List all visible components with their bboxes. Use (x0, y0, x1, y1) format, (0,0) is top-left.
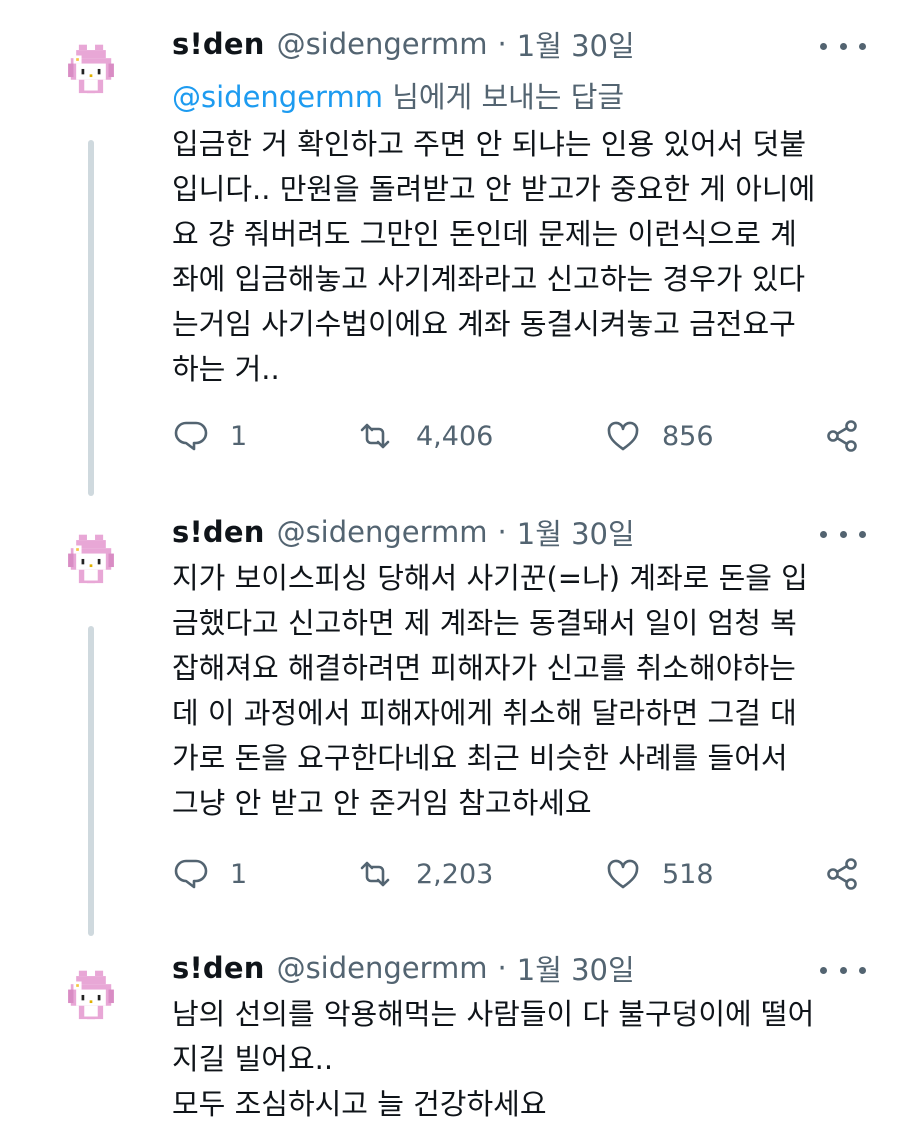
author-name[interactable]: s!den (172, 515, 265, 549)
share-icon (827, 858, 857, 890)
retweet-button[interactable]: 2,203 (356, 854, 493, 894)
tweet-text-line: 데 이 과정에서 피해자에게 취소해 달라하면 그걸 대 (172, 696, 797, 730)
tweet-text-line: 남의 선의를 악용해먹는 사람들이 다 불구덩이에 떨어 (172, 997, 815, 1031)
heart-icon (607, 859, 639, 889)
retweet-icon (360, 423, 390, 449)
separator-dot: · (497, 951, 507, 985)
speech-bubble-icon (174, 421, 208, 451)
author-name[interactable]: s!den (172, 27, 265, 61)
reply-button[interactable]: 1 (172, 854, 247, 894)
tweet-text-line: 그냥 안 받고 안 준거임 참고하세요 (172, 786, 592, 820)
like-count: 856 (662, 420, 714, 452)
tweet-text-line: 잡해져요 해결하려면 피해자가 신고를 취소해야하는 (172, 651, 796, 685)
tweet-text-line: 입금한 거 확인하고 주면 안 되냐는 인용 있어서 덧붙 (172, 127, 807, 161)
reply-count: 1 (230, 858, 248, 890)
thread-line (88, 140, 94, 496)
author-handle[interactable]: @sidengermm (277, 27, 488, 61)
speech-bubble-icon (174, 859, 208, 889)
tweet-text-line: 가로 돈을 요구한다네요 최근 비슷한 사례를 들어서 (172, 741, 788, 775)
more-dots-icon[interactable] (820, 34, 866, 58)
tweet-text: 남의 선의를 악용해먹는 사람들이 다 불구덩이에 떨어 지길 빌어요.. 모두… (172, 992, 872, 1127)
heart-icon (607, 421, 639, 451)
reply-button[interactable]: 1 (172, 416, 247, 456)
tweet-1[interactable]: s!den @sidengermm · 1월 30일 @sidengermm 님… (0, 0, 900, 500)
tweet-actions: 1 4,406 856 (172, 416, 872, 456)
tweet-text-line: 입니다.. 만원을 돌려받고 안 받고가 중요한 게 아니에 (172, 172, 816, 206)
retweet-button[interactable]: 4,406 (356, 416, 493, 456)
tweet-text-line: 지가 보이스피싱 당해서 사기꾼(=나) 계좌로 돈을 입 (172, 561, 808, 595)
tweet-text-line: 지길 빌어요.. (172, 1042, 334, 1076)
tweet-actions: 1 2,203 518 (172, 854, 872, 894)
avatar[interactable] (60, 42, 122, 104)
share-icon (827, 420, 857, 452)
reply-count: 1 (230, 420, 248, 452)
retweet-count: 2,203 (416, 858, 494, 890)
like-button[interactable]: 518 (606, 854, 714, 894)
tweet-text-line: 모두 조심하시고 늘 건강하세요 (172, 1087, 547, 1121)
tweet-2[interactable]: s!den @sidengermm · 1월 30일 지가 보이스피싱 당해서 … (0, 500, 900, 940)
tweet-text-line: 는거임 사기수법이에요 계좌 동결시켜놓고 금전요구 (172, 307, 796, 341)
tweet-text-line: 좌에 입금해놓고 사기계좌라고 신고하는 경우가 있다 (172, 262, 806, 296)
retweet-icon (360, 861, 390, 887)
author-handle[interactable]: @sidengermm (277, 515, 488, 549)
like-count: 518 (662, 858, 714, 890)
tweet-header: s!den @sidengermm · 1월 30일 (172, 22, 635, 66)
tweet-date[interactable]: 1월 30일 (517, 947, 635, 989)
like-button[interactable]: 856 (606, 416, 714, 456)
tweet-text-line: 요 걍 줘버려도 그만인 돈인데 문제는 이런식으로 계 (172, 217, 797, 251)
avatar[interactable] (60, 968, 122, 1030)
separator-dot: · (497, 27, 507, 61)
more-dots-icon[interactable] (820, 522, 866, 546)
separator-dot: · (497, 515, 507, 549)
tweet-date[interactable]: 1월 30일 (517, 23, 635, 65)
tweet-text: 입금한 거 확인하고 주면 안 되냐는 인용 있어서 덧붙 입니다.. 만원을 … (172, 122, 872, 392)
author-name[interactable]: s!den (172, 951, 265, 985)
replying-to: @sidengermm 님에게 보내는 답글 (172, 74, 624, 116)
avatar[interactable] (60, 532, 122, 594)
replying-suffix: 님에게 보내는 답글 (392, 80, 625, 114)
thread-line (88, 626, 94, 936)
share-button[interactable] (824, 416, 860, 456)
tweet-text: 지가 보이스피싱 당해서 사기꾼(=나) 계좌로 돈을 입 금했다고 신고하면 … (172, 556, 872, 826)
more-dots-icon[interactable] (820, 958, 866, 982)
tweet-text-line: 금했다고 신고하면 제 계좌는 동결돼서 일이 엄청 복 (172, 606, 797, 640)
tweet-text-line: 하는 거.. (172, 352, 280, 386)
share-button[interactable] (824, 854, 860, 894)
retweet-count: 4,406 (416, 420, 494, 452)
tweet-header: s!den @sidengermm · 1월 30일 (172, 510, 635, 554)
author-handle[interactable]: @sidengermm (277, 951, 488, 985)
replying-mention-link[interactable]: @sidengermm (172, 80, 383, 114)
tweet-date[interactable]: 1월 30일 (517, 511, 635, 553)
tweet-3[interactable]: s!den @sidengermm · 1월 30일 남의 선의를 악용해먹는 … (0, 940, 900, 1140)
tweet-header: s!den @sidengermm · 1월 30일 (172, 946, 635, 990)
